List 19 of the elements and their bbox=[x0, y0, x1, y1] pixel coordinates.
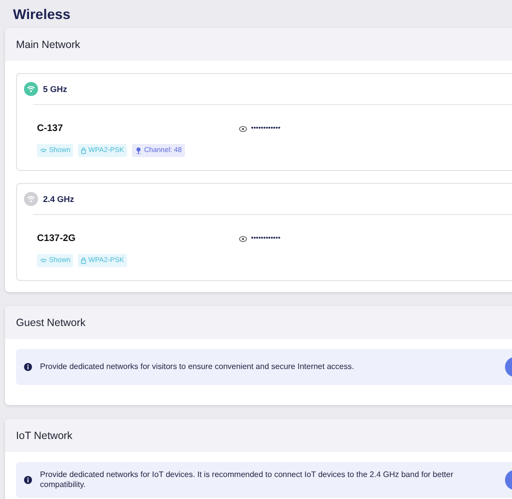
signal-icon bbox=[40, 258, 47, 264]
card-title: Guest Network bbox=[5, 306, 512, 339]
antenna-icon bbox=[135, 147, 142, 154]
card-title: IoT Network bbox=[5, 419, 512, 452]
ssid-name: C-137 bbox=[37, 123, 64, 134]
lock-icon bbox=[81, 147, 86, 154]
band-label: 5 GHz bbox=[43, 84, 68, 94]
eye-icon[interactable] bbox=[239, 126, 247, 132]
page-title: Wireless bbox=[12, 5, 72, 24]
lock-icon bbox=[81, 257, 86, 264]
eye-icon[interactable] bbox=[239, 236, 247, 242]
info-text: Provide dedicated networks for visitors to ensure convenient and secure Internet access. bbox=[40, 361, 355, 373]
card-title: Main Network bbox=[5, 28, 512, 61]
ssid-name: C137-2G bbox=[37, 233, 77, 244]
info-text: Provide dedicated networks for IoT devices. It is recommended to connect IoT devices to the 2.4 GHz band for better compatibility. bbox=[40, 469, 454, 491]
info-icon bbox=[24, 476, 32, 484]
signal-icon bbox=[40, 148, 47, 154]
band-label: 2.4 GHz bbox=[43, 194, 74, 204]
info-icon bbox=[24, 363, 32, 371]
